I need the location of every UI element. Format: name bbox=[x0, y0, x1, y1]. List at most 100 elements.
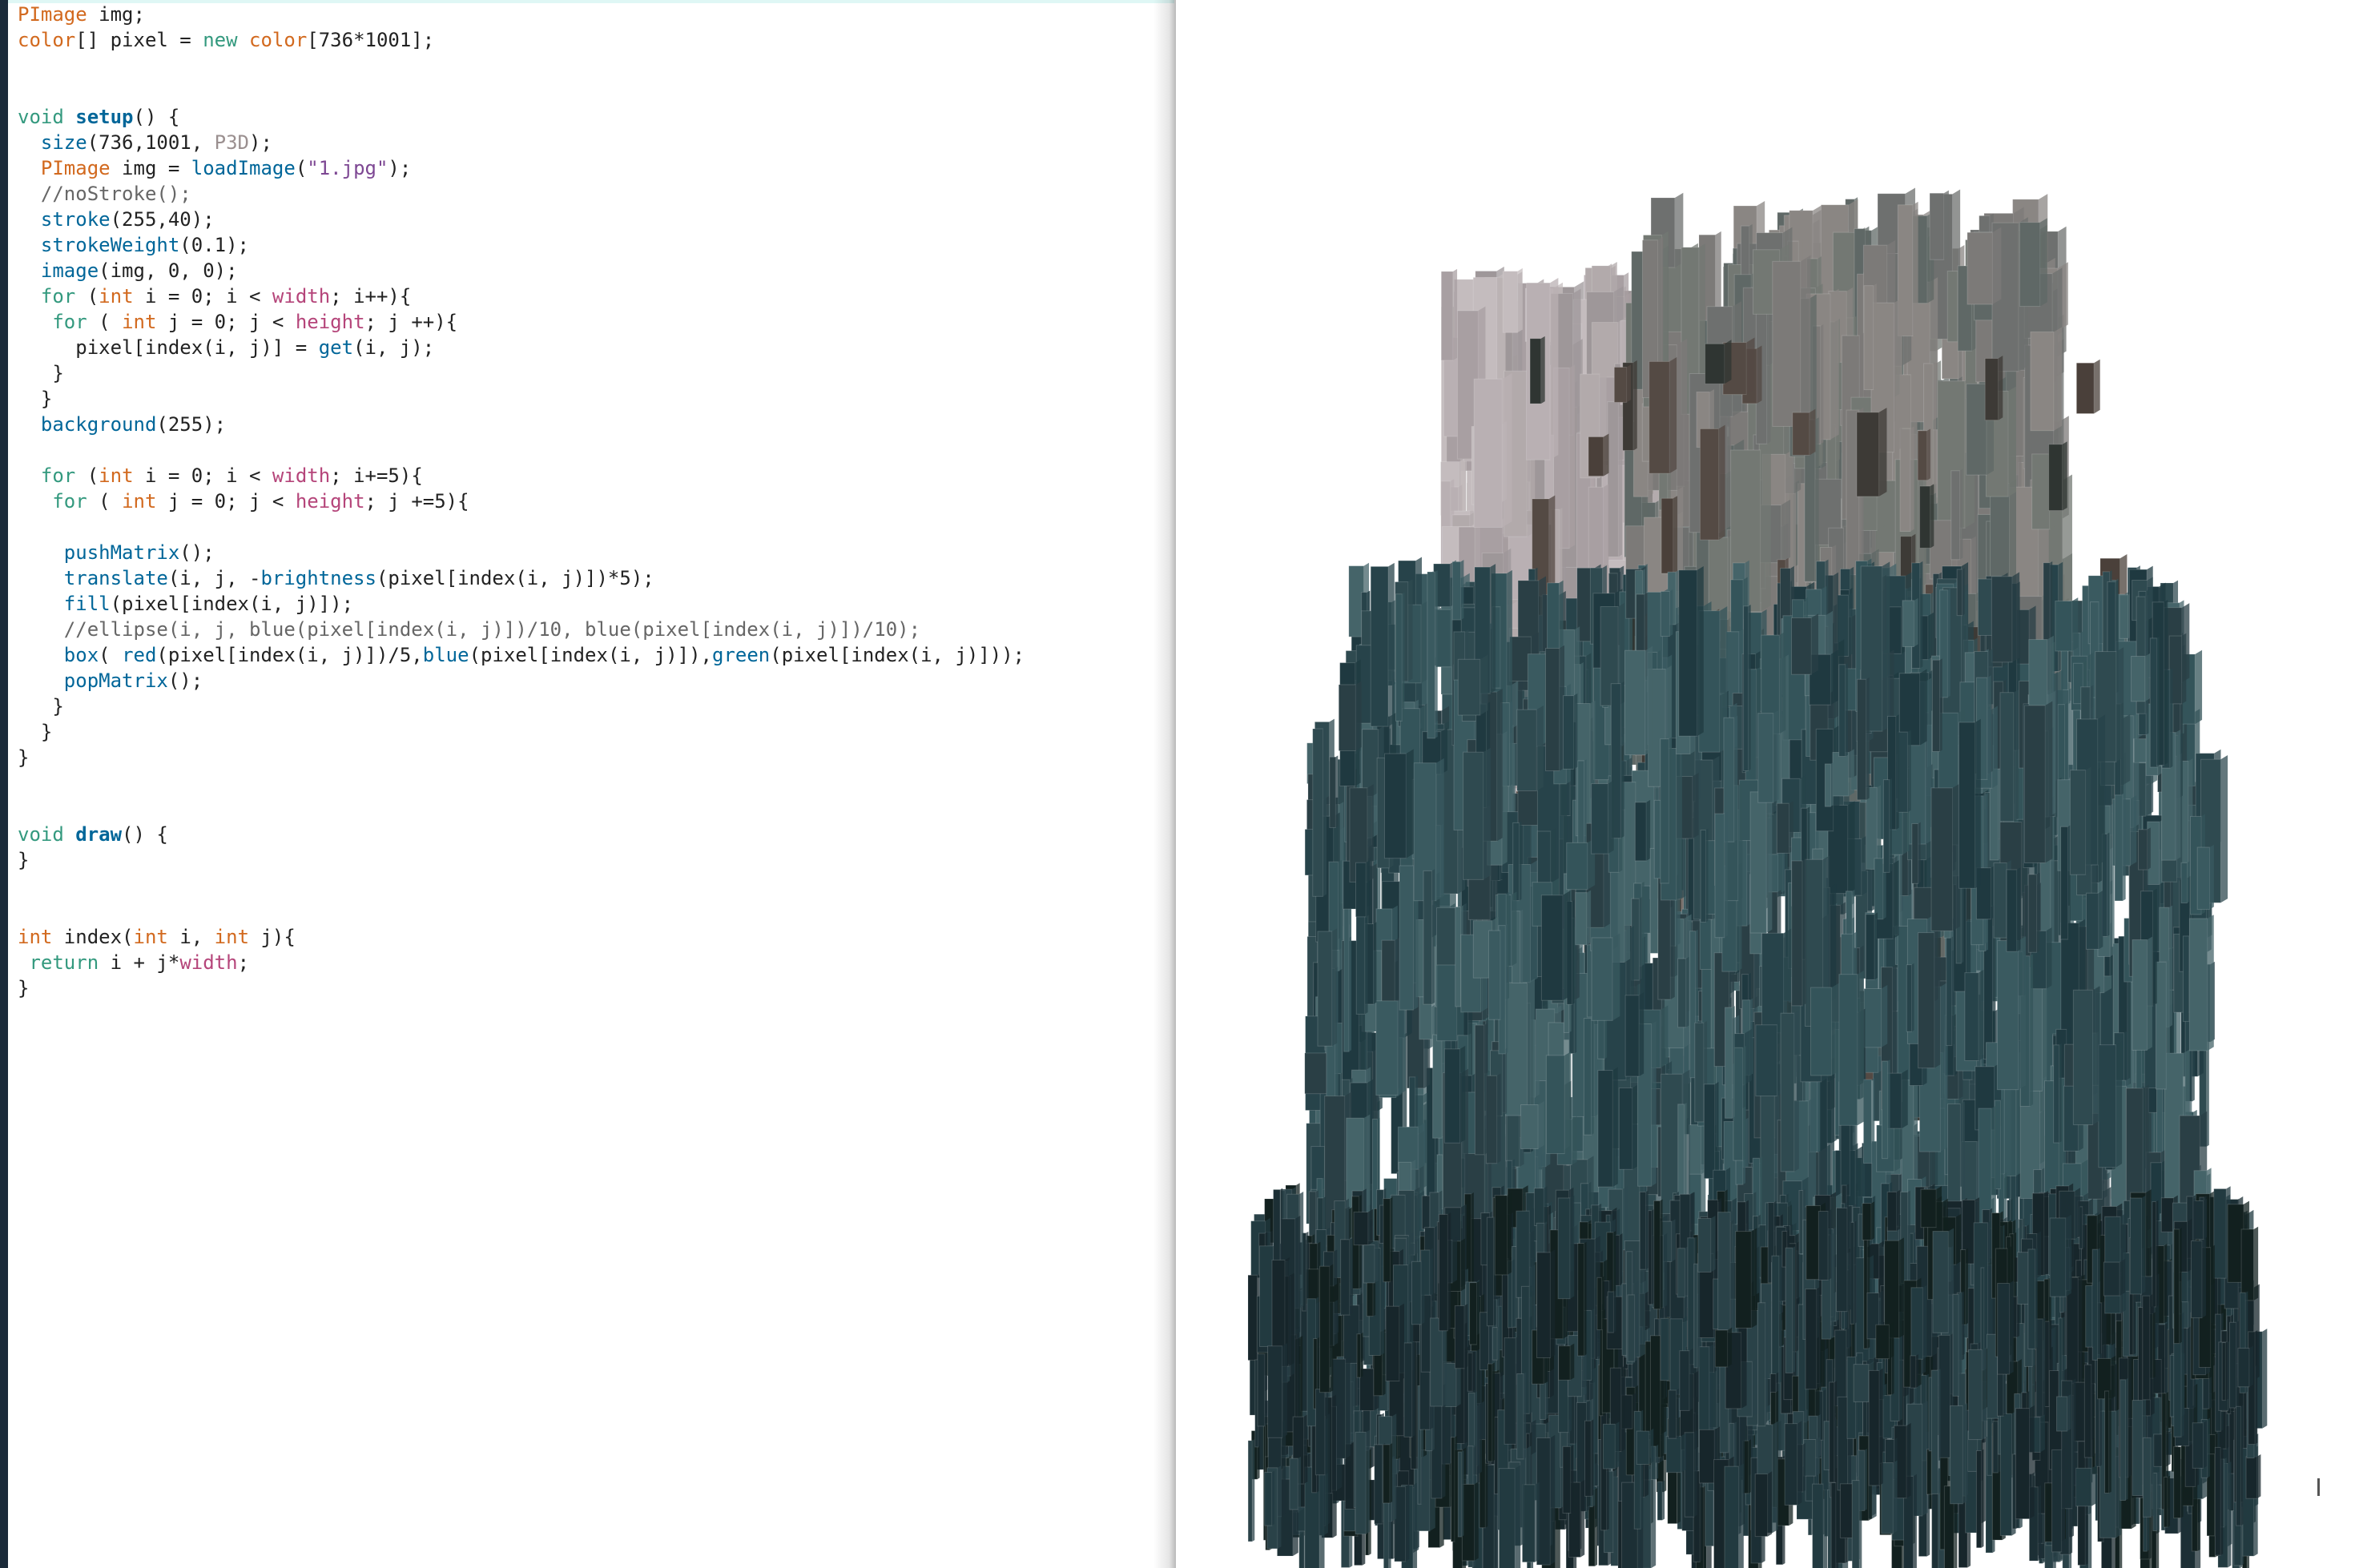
render-box bbox=[1454, 1303, 1468, 1369]
code-line[interactable]: void draw() { bbox=[18, 822, 1025, 847]
code-token: } bbox=[18, 977, 30, 999]
render-box bbox=[1618, 1084, 1637, 1170]
code-line[interactable] bbox=[18, 78, 1025, 104]
code-line[interactable]: size(736,1001, P3D); bbox=[18, 130, 1025, 155]
render-box bbox=[1906, 963, 1914, 1032]
code-line[interactable]: } bbox=[18, 694, 1025, 719]
render-box bbox=[1856, 408, 1887, 497]
code-token: (); bbox=[167, 669, 203, 692]
render-box bbox=[2152, 1200, 2159, 1308]
code-line[interactable] bbox=[18, 514, 1025, 540]
code-line[interactable]: } bbox=[18, 386, 1025, 412]
code-line[interactable]: } bbox=[18, 975, 1025, 1001]
code-line[interactable]: pixel[index(i, j)] = get(i, j); bbox=[18, 335, 1025, 360]
code-token: (pixel[index(i, j)])*5); bbox=[376, 567, 654, 589]
code-token: } bbox=[18, 746, 30, 769]
code-line[interactable]: popMatrix(); bbox=[18, 668, 1025, 694]
code-text-area[interactable]: PImage img; color[] pixel = new color[736… bbox=[7, 2, 1174, 1001]
render-box bbox=[2072, 986, 2100, 1126]
render-box bbox=[1724, 1463, 1744, 1568]
code-line[interactable]: image(img, 0, 0); bbox=[18, 258, 1025, 283]
render-box bbox=[1343, 889, 1352, 1052]
render-box bbox=[1930, 783, 1960, 931]
code-token: i, bbox=[167, 926, 215, 948]
code-line[interactable]: PImage img = loadImage("1.jpg"); bbox=[18, 155, 1025, 181]
code-line[interactable]: int index(int i, int j){ bbox=[18, 924, 1025, 950]
code-line[interactable]: } bbox=[18, 360, 1025, 386]
code-line[interactable]: PImage img; bbox=[18, 2, 1025, 27]
code-line[interactable]: box( red(pixel[index(i, j)])/5,blue(pixe… bbox=[18, 642, 1025, 668]
render-box bbox=[1810, 983, 1839, 1076]
render-box bbox=[1812, 1482, 1828, 1568]
code-line[interactable]: pushMatrix(); bbox=[18, 540, 1025, 565]
code-line[interactable]: fill(pixel[index(i, j)]); bbox=[18, 591, 1025, 617]
code-line[interactable]: void setup() { bbox=[18, 104, 1025, 130]
code-line[interactable]: translate(i, j, -brightness(pixel[index(… bbox=[18, 565, 1025, 591]
render-box bbox=[1678, 566, 1704, 737]
render-box bbox=[1689, 1122, 1706, 1175]
render-box bbox=[1700, 828, 1709, 923]
code-token: red bbox=[122, 644, 157, 666]
code-line[interactable]: for ( int j = 0; j < height; j +=5){ bbox=[18, 488, 1025, 514]
code-token: //noStroke(); bbox=[40, 183, 191, 205]
render-box bbox=[1856, 677, 1870, 801]
render-box bbox=[1577, 1241, 1587, 1357]
code-token: () { bbox=[122, 823, 168, 846]
render-box bbox=[1516, 1372, 1527, 1460]
code-line[interactable] bbox=[18, 796, 1025, 822]
render-box bbox=[1785, 1246, 1795, 1373]
code-line[interactable]: stroke(255,40); bbox=[18, 207, 1025, 232]
render-box bbox=[1319, 1264, 1334, 1393]
code-line[interactable]: } bbox=[18, 847, 1025, 873]
code-line[interactable] bbox=[18, 873, 1025, 899]
render-box bbox=[2051, 1447, 2065, 1553]
render-box bbox=[1588, 433, 1609, 477]
render-box bbox=[1383, 1196, 1393, 1283]
code-token: setup bbox=[75, 106, 134, 128]
render-box bbox=[1505, 978, 1535, 1116]
code-line[interactable] bbox=[18, 53, 1025, 78]
code-line[interactable]: background(255); bbox=[18, 412, 1025, 437]
render-box bbox=[1533, 1186, 1548, 1226]
render-box bbox=[1897, 730, 1911, 813]
code-line[interactable]: for (int i = 0; i < width; i+=5){ bbox=[18, 463, 1025, 488]
code-line[interactable]: } bbox=[18, 745, 1025, 770]
code-token: (pixel[index(i, j)])); bbox=[770, 644, 1025, 666]
render-box bbox=[2085, 890, 2103, 950]
code-line[interactable]: strokeWeight(0.1); bbox=[18, 232, 1025, 258]
code-line[interactable]: return i + j*width; bbox=[18, 950, 1025, 975]
render-box bbox=[1902, 597, 1918, 648]
code-editor[interactable]: PImage img; color[] pixel = new color[736… bbox=[0, 0, 1174, 1568]
render-box bbox=[1355, 860, 1370, 918]
code-token: ( bbox=[295, 157, 308, 179]
code-line[interactable]: for ( int j = 0; j < height; j ++){ bbox=[18, 309, 1025, 335]
code-token: (255); bbox=[156, 413, 227, 436]
render-box bbox=[2027, 1248, 2038, 1349]
code-token: P3D bbox=[214, 131, 250, 154]
code-line[interactable] bbox=[18, 770, 1025, 796]
render-box bbox=[1665, 1433, 1686, 1474]
render-box bbox=[1757, 1301, 1769, 1427]
render-box bbox=[1755, 1020, 1785, 1097]
render-box bbox=[1264, 1470, 1275, 1526]
render-box bbox=[1467, 1391, 1477, 1448]
render-box bbox=[1792, 408, 1816, 456]
render-box bbox=[1485, 1073, 1501, 1164]
render-box bbox=[1383, 1443, 1393, 1504]
code-line[interactable]: color[] pixel = new color[736*1001]; bbox=[18, 27, 1025, 53]
code-line[interactable] bbox=[18, 437, 1025, 463]
render-box bbox=[2131, 653, 2150, 702]
code-line[interactable]: //ellipse(i, j, blue(pixel[index(i, j)])… bbox=[18, 617, 1025, 642]
code-line[interactable]: //noStroke(); bbox=[18, 181, 1025, 207]
render-box bbox=[2188, 915, 2214, 1051]
code-line[interactable]: } bbox=[7, 719, 1174, 745]
code-line[interactable]: for (int i = 0; i < width; i++){ bbox=[18, 283, 1025, 309]
code-token: j){ bbox=[249, 926, 296, 948]
render-box bbox=[1836, 1205, 1851, 1313]
render-box bbox=[1473, 372, 1512, 529]
render-box bbox=[1591, 933, 1620, 1021]
code-token: stroke bbox=[40, 208, 111, 231]
render-box bbox=[1863, 984, 1888, 1048]
code-line[interactable] bbox=[18, 899, 1025, 924]
